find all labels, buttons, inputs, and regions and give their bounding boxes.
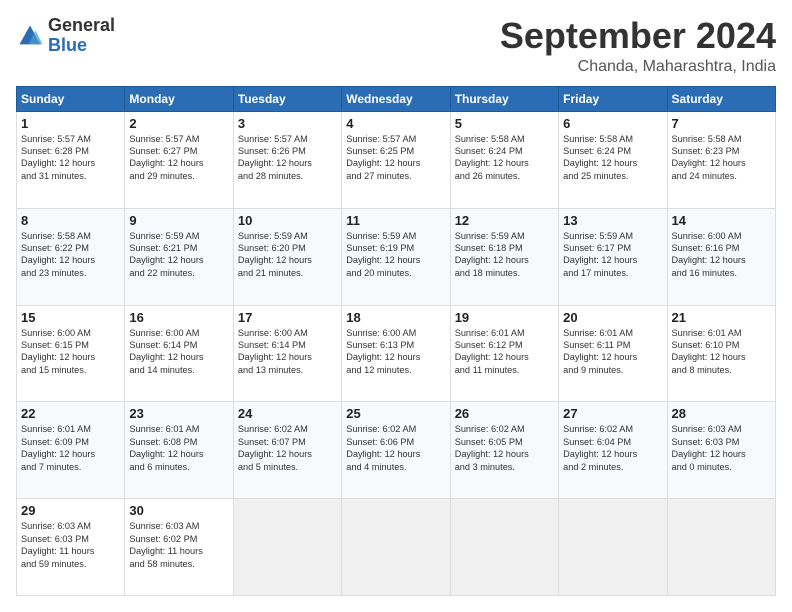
table-row — [342, 499, 450, 596]
col-friday: Friday — [559, 86, 667, 111]
table-row: 6Sunrise: 5:58 AMSunset: 6:24 PMDaylight… — [559, 111, 667, 208]
table-row: 21Sunrise: 6:01 AMSunset: 6:10 PMDayligh… — [667, 305, 775, 402]
table-row: 22Sunrise: 6:01 AMSunset: 6:09 PMDayligh… — [17, 402, 125, 499]
col-wednesday: Wednesday — [342, 86, 450, 111]
table-row: 17Sunrise: 6:00 AMSunset: 6:14 PMDayligh… — [233, 305, 341, 402]
calendar-week-5: 29Sunrise: 6:03 AMSunset: 6:03 PMDayligh… — [17, 499, 776, 596]
table-row: 25Sunrise: 6:02 AMSunset: 6:06 PMDayligh… — [342, 402, 450, 499]
logo-icon — [16, 22, 44, 50]
table-row: 1Sunrise: 5:57 AMSunset: 6:28 PMDaylight… — [17, 111, 125, 208]
table-row: 28Sunrise: 6:03 AMSunset: 6:03 PMDayligh… — [667, 402, 775, 499]
table-row: 26Sunrise: 6:02 AMSunset: 6:05 PMDayligh… — [450, 402, 558, 499]
table-row — [450, 499, 558, 596]
col-thursday: Thursday — [450, 86, 558, 111]
calendar-week-3: 15Sunrise: 6:00 AMSunset: 6:15 PMDayligh… — [17, 305, 776, 402]
table-row: 19Sunrise: 6:01 AMSunset: 6:12 PMDayligh… — [450, 305, 558, 402]
table-row: 7Sunrise: 5:58 AMSunset: 6:23 PMDaylight… — [667, 111, 775, 208]
table-row: 18Sunrise: 6:00 AMSunset: 6:13 PMDayligh… — [342, 305, 450, 402]
table-row: 11Sunrise: 5:59 AMSunset: 6:19 PMDayligh… — [342, 208, 450, 305]
table-row: 30Sunrise: 6:03 AMSunset: 6:02 PMDayligh… — [125, 499, 233, 596]
table-row: 27Sunrise: 6:02 AMSunset: 6:04 PMDayligh… — [559, 402, 667, 499]
table-row: 3Sunrise: 5:57 AMSunset: 6:26 PMDaylight… — [233, 111, 341, 208]
table-row: 10Sunrise: 5:59 AMSunset: 6:20 PMDayligh… — [233, 208, 341, 305]
col-sunday: Sunday — [17, 86, 125, 111]
table-row: 20Sunrise: 6:01 AMSunset: 6:11 PMDayligh… — [559, 305, 667, 402]
table-row: 15Sunrise: 6:00 AMSunset: 6:15 PMDayligh… — [17, 305, 125, 402]
table-row: 29Sunrise: 6:03 AMSunset: 6:03 PMDayligh… — [17, 499, 125, 596]
table-row — [233, 499, 341, 596]
logo: General Blue — [16, 16, 115, 56]
table-row: 5Sunrise: 5:58 AMSunset: 6:24 PMDaylight… — [450, 111, 558, 208]
calendar-week-4: 22Sunrise: 6:01 AMSunset: 6:09 PMDayligh… — [17, 402, 776, 499]
table-row: 2Sunrise: 5:57 AMSunset: 6:27 PMDaylight… — [125, 111, 233, 208]
table-row: 4Sunrise: 5:57 AMSunset: 6:25 PMDaylight… — [342, 111, 450, 208]
col-tuesday: Tuesday — [233, 86, 341, 111]
calendar-header-row: Sunday Monday Tuesday Wednesday Thursday… — [17, 86, 776, 111]
logo-text: General Blue — [48, 16, 115, 56]
table-row — [559, 499, 667, 596]
table-row: 13Sunrise: 5:59 AMSunset: 6:17 PMDayligh… — [559, 208, 667, 305]
table-row: 9Sunrise: 5:59 AMSunset: 6:21 PMDaylight… — [125, 208, 233, 305]
top-section: General Blue September 2024 Chanda, Maha… — [16, 16, 776, 76]
table-row: 14Sunrise: 6:00 AMSunset: 6:16 PMDayligh… — [667, 208, 775, 305]
table-row: 8Sunrise: 5:58 AMSunset: 6:22 PMDaylight… — [17, 208, 125, 305]
page: General Blue September 2024 Chanda, Maha… — [0, 0, 792, 612]
month-title: September 2024 — [500, 16, 776, 56]
table-row: 16Sunrise: 6:00 AMSunset: 6:14 PMDayligh… — [125, 305, 233, 402]
col-saturday: Saturday — [667, 86, 775, 111]
table-row: 12Sunrise: 5:59 AMSunset: 6:18 PMDayligh… — [450, 208, 558, 305]
location: Chanda, Maharashtra, India — [500, 58, 776, 76]
calendar-week-2: 8Sunrise: 5:58 AMSunset: 6:22 PMDaylight… — [17, 208, 776, 305]
col-monday: Monday — [125, 86, 233, 111]
header-right: September 2024 Chanda, Maharashtra, Indi… — [500, 16, 776, 76]
calendar-week-1: 1Sunrise: 5:57 AMSunset: 6:28 PMDaylight… — [17, 111, 776, 208]
table-row: 24Sunrise: 6:02 AMSunset: 6:07 PMDayligh… — [233, 402, 341, 499]
table-row: 23Sunrise: 6:01 AMSunset: 6:08 PMDayligh… — [125, 402, 233, 499]
table-row — [667, 499, 775, 596]
calendar-table: Sunday Monday Tuesday Wednesday Thursday… — [16, 86, 776, 596]
